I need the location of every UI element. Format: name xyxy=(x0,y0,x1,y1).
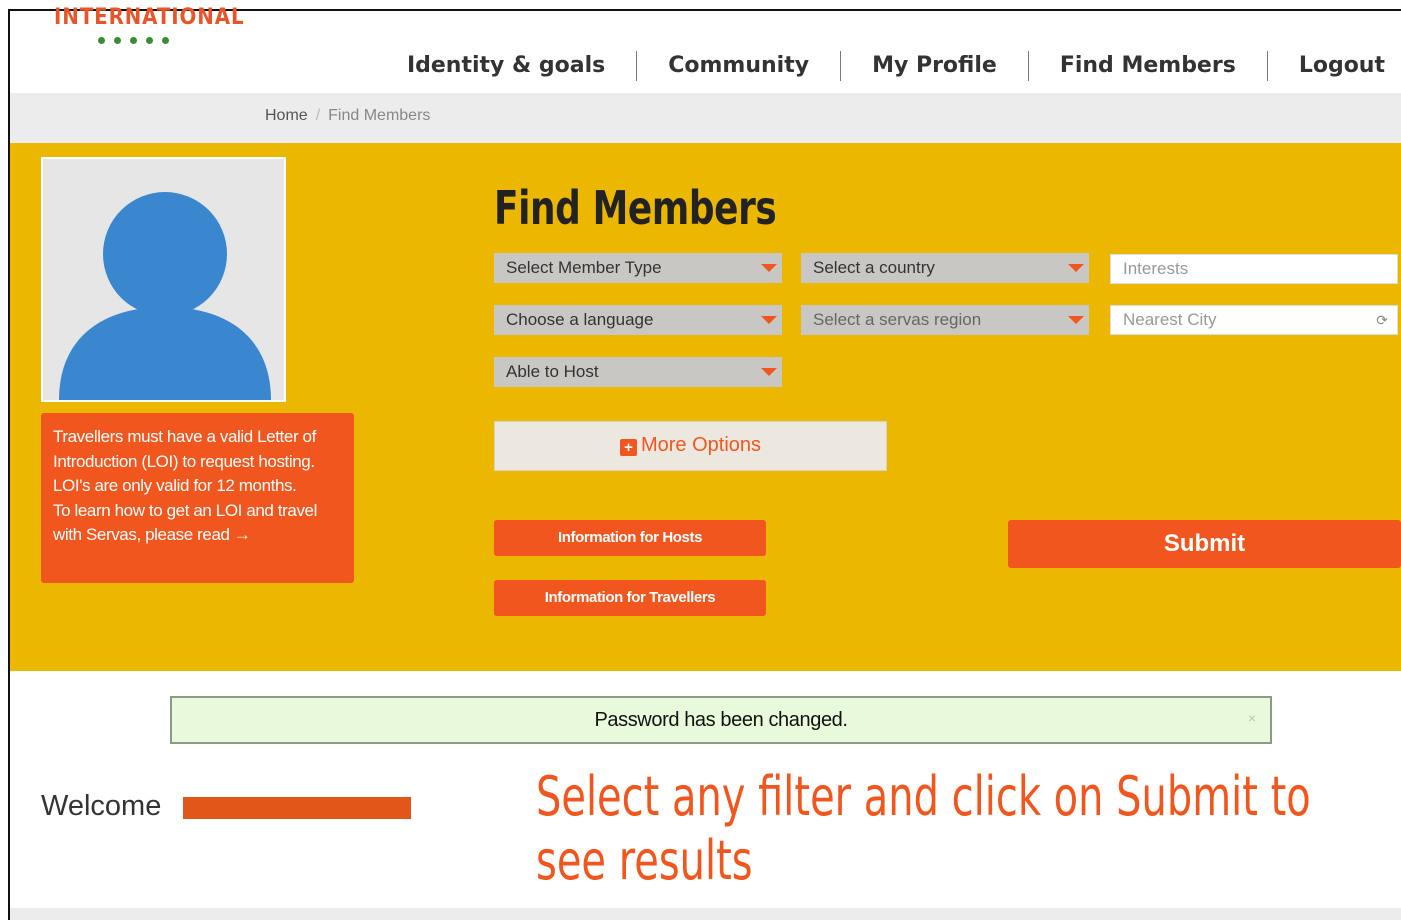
language-select[interactable]: Choose a language xyxy=(494,305,782,335)
loi-notice: Travellers must have a valid Letter of I… xyxy=(41,413,354,583)
member-type-value: Select Member Type xyxy=(506,258,662,277)
nav-identity-goals[interactable]: Identity & goals xyxy=(376,51,636,81)
search-panel: Travellers must have a valid Letter of I… xyxy=(10,143,1401,671)
able-to-host-select[interactable]: Able to Host xyxy=(494,357,782,387)
breadcrumb-home[interactable]: Home xyxy=(265,107,308,124)
success-alert: Password has been changed. × xyxy=(170,696,1272,744)
user-silhouette-icon xyxy=(43,159,284,400)
caret-down-icon xyxy=(761,316,777,324)
loi-text-2: LOI's are only valid for 12 months. xyxy=(53,476,297,495)
caret-down-icon xyxy=(761,368,777,376)
page-title: Find Members xyxy=(494,181,777,235)
redacted-username xyxy=(183,797,411,819)
main-nav: Identity & goals Community My Profile Fi… xyxy=(376,51,1395,81)
close-icon[interactable]: × xyxy=(1248,710,1256,726)
city-field: ⟳ xyxy=(1110,305,1398,335)
member-type-select[interactable]: Select Member Type xyxy=(494,253,782,283)
alert-message: Password has been changed. xyxy=(594,709,848,731)
language-value: Choose a language xyxy=(506,310,654,329)
footer-strip xyxy=(10,908,1401,920)
avatar xyxy=(41,157,286,402)
region-select[interactable]: Select a servas region xyxy=(801,305,1089,335)
region-value: Select a servas region xyxy=(813,310,982,329)
logo[interactable]: INTERNATIONAL xyxy=(54,5,244,27)
country-select[interactable]: Select a country xyxy=(801,253,1089,283)
loi-text-1: Travellers must have a valid Letter of I… xyxy=(53,427,316,471)
instruction-callout: Select any filter and click on Submit to… xyxy=(536,765,1311,892)
info-travellers-button[interactable]: Information for Travellers xyxy=(494,580,766,616)
logo-dots xyxy=(98,37,169,44)
interests-input[interactable] xyxy=(1110,254,1398,284)
caret-down-icon xyxy=(1068,316,1084,324)
loi-text-3[interactable]: To learn how to get an LOI and travel wi… xyxy=(53,499,344,548)
welcome-label: Welcome xyxy=(41,790,162,822)
country-value: Select a country xyxy=(813,258,935,277)
nav-my-profile[interactable]: My Profile xyxy=(840,51,1028,81)
site-header: INTERNATIONAL Identity & goals Community… xyxy=(10,5,1401,93)
nav-logout[interactable]: Logout xyxy=(1266,51,1395,81)
breadcrumb: Home / Find Members xyxy=(265,107,430,125)
plus-square-icon: + xyxy=(619,439,637,456)
breadcrumb-bar: Home / Find Members xyxy=(10,93,1401,143)
caret-down-icon xyxy=(761,264,777,272)
refresh-icon[interactable]: ⟳ xyxy=(1376,312,1388,329)
breadcrumb-separator: / xyxy=(315,107,321,124)
nearest-city-input[interactable] xyxy=(1110,305,1398,335)
info-hosts-button[interactable]: Information for Hosts xyxy=(494,520,766,556)
more-options-label: More Options xyxy=(640,434,762,456)
breadcrumb-current: Find Members xyxy=(328,107,431,124)
nav-community[interactable]: Community xyxy=(636,51,840,81)
nav-find-members[interactable]: Find Members xyxy=(1027,51,1267,81)
submit-button[interactable]: Submit xyxy=(1008,520,1401,568)
caret-down-icon xyxy=(1068,264,1084,272)
more-options-button[interactable]: + More Options xyxy=(494,421,887,471)
able-to-host-value: Able to Host xyxy=(506,362,599,381)
